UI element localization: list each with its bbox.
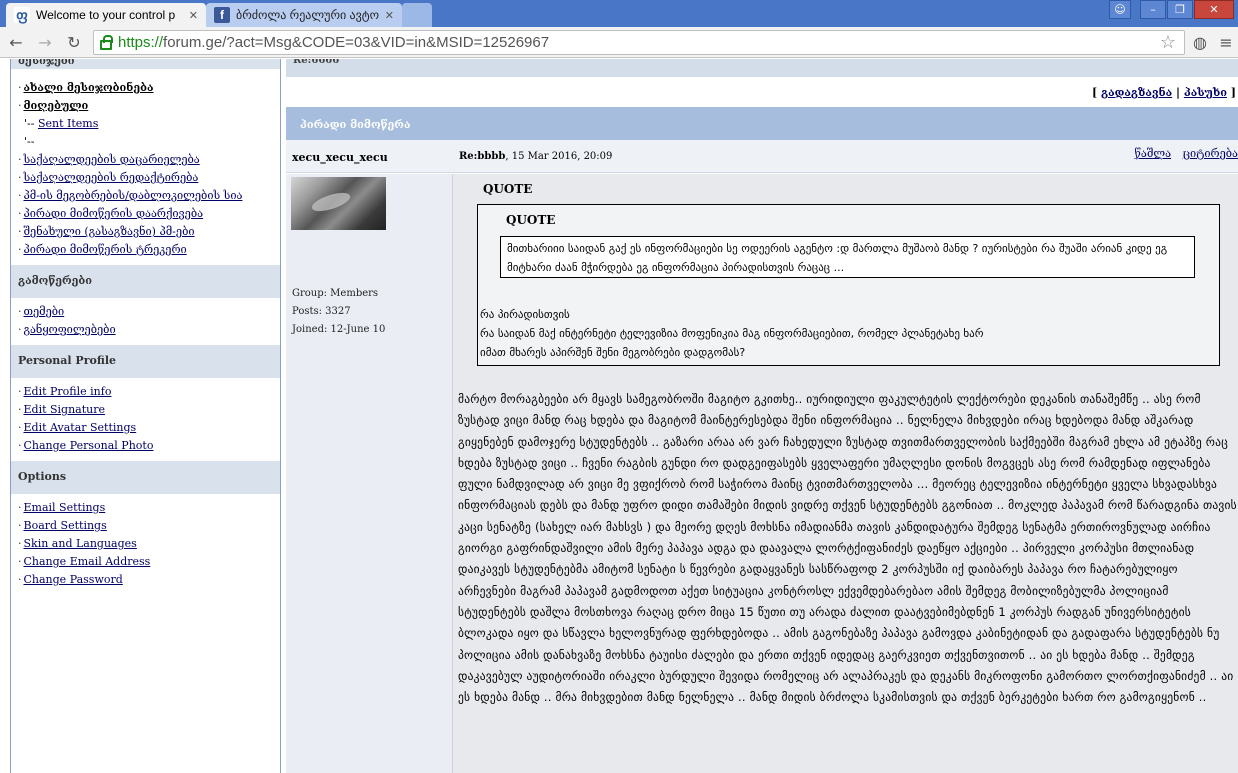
minimize-button[interactable]: – — [1140, 0, 1166, 19]
post-actions: წაშლა ციტირება — [1127, 147, 1238, 160]
browser-tab-bar: ფ Welcome to your control p ✕ f ბრძოლა რ… — [0, 0, 1238, 27]
sidebar-item-skin-languages[interactable]: · Skin and Languages — [18, 535, 280, 553]
sidebar-item-buddy-list[interactable]: · პმ-ის მეგობრების/დაბლოკილების სია — [18, 187, 280, 205]
tab-label: Welcome to your control p — [36, 8, 176, 22]
sidebar-item-archive[interactable]: · პირადი მიმოწერის დაარქივება — [18, 205, 280, 223]
sidebar-item-change-email[interactable]: · Change Email Address — [18, 553, 280, 571]
sidebar-heading-subscriptions: გამოწერები — [11, 265, 280, 298]
close-tab-icon[interactable]: ✕ — [381, 9, 394, 22]
sidebar-item-email-settings[interactable]: · Email Settings — [18, 499, 280, 517]
quote-line: რა პირადისთვის — [480, 308, 570, 321]
sidebar-item-change-password[interactable]: · Change Password — [18, 571, 280, 589]
post-author[interactable]: xecu_xecu_xecu — [292, 151, 388, 164]
sidebar-item-change-photo[interactable]: · Change Personal Photo — [18, 437, 280, 455]
close-tab-icon[interactable]: ✕ — [185, 9, 198, 22]
sidebar-item-saved[interactable]: · შენახული (გასაგზავნი) პმ-ები — [18, 223, 280, 241]
sidebar-item-tracker[interactable]: · პირადი მიმოწერის ტრეკერი — [18, 241, 280, 259]
main-panel: Re:6666 [ გადაგზავნა | პასუხი ] პირადი მ… — [286, 59, 1238, 773]
author-joined: Joined: 12-June 10 — [292, 324, 386, 335]
sidebar-item-compose[interactable]: · ახალი მესიჯობინება — [18, 79, 280, 97]
reload-icon[interactable]: ↻ — [62, 31, 86, 55]
url-scheme: https:// — [118, 34, 164, 51]
lock-icon — [100, 34, 113, 50]
maximize-button[interactable]: ❐ — [1167, 0, 1193, 19]
subscriptions-list: · თემები · განყოფილებები — [11, 298, 280, 345]
address-bar[interactable]: https:// forum.ge/?act=Msg&CODE=03&VID=i… — [93, 30, 1185, 55]
post-header: xecu_xecu_xecu Re:bbbb, 15 Mar 2016, 20:… — [286, 140, 1238, 173]
outer-quote-text: რა პირადისთვის რა საიდან მაქ ინტერნეტი ტ… — [480, 305, 1215, 362]
forum-ge-icon: ფ — [14, 7, 30, 23]
inner-quote-label: QUOTE — [506, 213, 556, 227]
sidebar-heading-profile: Personal Profile — [11, 345, 280, 378]
forward-icon[interactable]: → — [33, 31, 57, 55]
post-meta: Re:bbbb, 15 Mar 2016, 20:09 — [459, 151, 612, 162]
forward-link[interactable]: გადაგზავნა — [1101, 86, 1172, 99]
tab-label: ბრძოლა რეალური ავტო — [236, 8, 380, 22]
author-group: Group: Members — [292, 288, 379, 299]
reply-link[interactable]: პასუხი — [1184, 86, 1227, 99]
sidebar-item-edit-avatar[interactable]: · Edit Avatar Settings — [18, 419, 280, 437]
sidebar-heading-options: Options — [11, 461, 280, 494]
quote-line: იმათ მხარეს აპირშენ შენი მეგობრები დადგო… — [480, 346, 746, 359]
options-list: · Email Settings · Board Settings · Skin an… — [11, 494, 280, 595]
new-tab-button[interactable] — [402, 3, 432, 27]
sidebar-item-edit-profile[interactable]: · Edit Profile info — [18, 383, 280, 401]
sidebar-item-empty-folders[interactable]: · საქაღალდეების დაცარიელება — [18, 151, 280, 169]
outer-quote-label: QUOTE — [483, 182, 533, 196]
facebook-icon: f — [214, 7, 230, 23]
sidebar-heading-messenger: მესიჯები — [11, 59, 280, 69]
inner-quote-box: მითხარიიი საიდან გაქ ეს ინფორმაციები სე … — [500, 236, 1195, 278]
sidebar-item-inbox[interactable]: · მიღებული — [18, 97, 280, 115]
post-text: მარტო მორაგბეები არ მყავს სამეგობროში მა… — [458, 392, 1237, 705]
sidebar-item-forums[interactable]: · განყოფილებები — [18, 321, 280, 339]
browser-toolbar: ← → ↻ https:// forum.ge/?act=Msg&CODE=03… — [0, 27, 1238, 58]
globe-icon[interactable]: ◍ — [1190, 33, 1210, 53]
bookmark-star-icon[interactable]: ☆ — [1160, 32, 1176, 53]
previous-message-strip: Re:6666 — [286, 59, 1238, 77]
post-subject: Re:bbbb — [459, 151, 506, 162]
page-title: პირადი მიმოწერა — [286, 107, 1238, 140]
quote-line: რა საიდან მაქ ინტერნეტი ტელევიზია მოფენი… — [480, 327, 984, 340]
post-body: QUOTE QUOTE მითხარიიი საიდან გაქ ეს ინფო… — [452, 174, 1238, 773]
url-text: forum.ge/?act=Msg&CODE=03&VID=in&MSID=12… — [163, 34, 550, 51]
outer-quote-box: QUOTE მითხარიიი საიდან გაქ ეს ინფორმაციე… — [477, 204, 1220, 366]
quote-link[interactable]: ციტირება — [1183, 147, 1238, 160]
sidebar-item-topics[interactable]: · თემები — [18, 303, 280, 321]
user-icon[interactable]: ☺ — [1109, 0, 1131, 19]
messenger-list: · ახალი მესიჯობინება · მიღებული '-- Sent I… — [11, 69, 280, 265]
page-content: მესიჯები · ახალი მესიჯობინება · მიღებული '… — [0, 59, 1238, 773]
profile-list: · Edit Profile info · Edit Signature · Edit… — [11, 378, 280, 461]
author-info: Group: Members Posts: 3327 Joined: 12-Ju… — [292, 285, 385, 339]
sidebar-item-edit-signature[interactable]: · Edit Signature — [18, 401, 280, 419]
sidebar-item-board-settings[interactable]: · Board Settings — [18, 517, 280, 535]
tab-facebook[interactable]: f ბრძოლა რეალური ავტო ✕ — [206, 3, 402, 27]
sidebar-item-edit-folders[interactable]: · საქაღალდეების რედაქტირება — [18, 169, 280, 187]
message-actions: [ გადაგზავნა | პასუხი ] — [1091, 86, 1236, 99]
tab-control-panel[interactable]: ფ Welcome to your control p ✕ — [6, 3, 206, 27]
menu-icon[interactable]: ≡ — [1216, 33, 1236, 53]
sidebar: მესიჯები · ახალი მესიჯობინება · მიღებული '… — [10, 59, 281, 773]
back-icon[interactable]: ← — [4, 31, 28, 55]
post-date: , 15 Mar 2016, 20:09 — [505, 151, 613, 162]
delete-link[interactable]: წაშლა — [1135, 147, 1172, 160]
sidebar-item-sent[interactable]: '-- Sent Items — [18, 115, 280, 133]
avatar — [291, 177, 386, 230]
author-column: Group: Members Posts: 3327 Joined: 12-Ju… — [286, 174, 452, 773]
window-controls: ☺ – ❐ ✕ — [1108, 0, 1234, 19]
sidebar-item-empty-folder: '-- — [24, 135, 35, 148]
author-posts: Posts: 3327 — [292, 306, 351, 317]
close-window-button[interactable]: ✕ — [1194, 0, 1234, 19]
